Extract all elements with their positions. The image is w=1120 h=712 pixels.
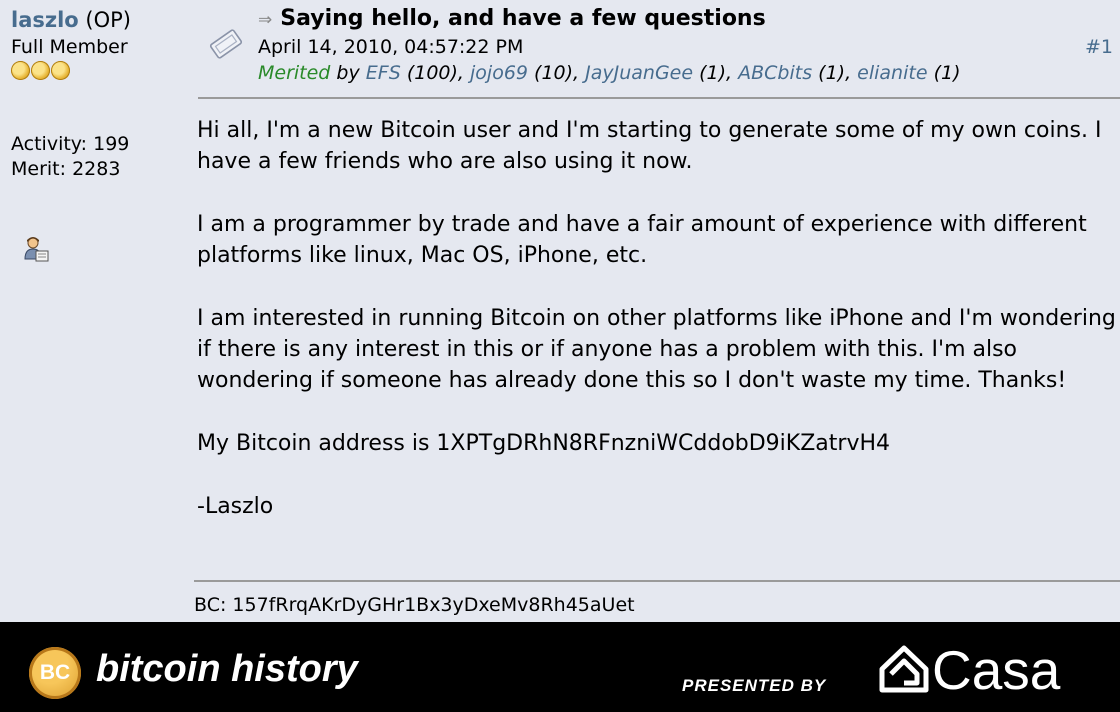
forum-post: laszlo (OP) Full Member Activity: 199 Me… — [0, 0, 1120, 622]
post-subject: ⇒ Saying hello, and have a few questions — [258, 4, 1113, 35]
rank-coins — [11, 61, 191, 80]
poster-info: laszlo (OP) Full Member — [11, 6, 191, 80]
bitcoin-history-brand: bitcoin history — [96, 648, 358, 690]
op-tag: (OP) — [85, 8, 131, 32]
body-paragraph: My Bitcoin address is 1XPTgDRhN8RFnzniWC… — [197, 431, 890, 456]
merit-count: (1) — [933, 62, 961, 84]
post-xx-icon — [209, 29, 243, 59]
presented-by-label: PRESENTED BY — [682, 676, 827, 695]
casa-brand: Casa — [932, 639, 1061, 701]
header-divider — [198, 97, 1120, 99]
rank-coin-icon — [11, 61, 30, 80]
merit-count: (100), — [406, 62, 464, 84]
post-date: April 14, 2010, 04:57:22 PM — [258, 36, 524, 58]
merit-user-link[interactable]: elianite — [857, 62, 927, 84]
post-subject-text[interactable]: Saying hello, and have a few questions — [280, 6, 765, 31]
merit-by-label: by — [336, 62, 360, 84]
poster-name-link[interactable]: laszlo — [11, 8, 79, 32]
merited-label: Merited — [258, 62, 331, 84]
poster-activity: Activity: 199 — [11, 133, 130, 155]
signature-divider — [194, 580, 1120, 582]
post-number-link[interactable]: #1 — [1085, 36, 1113, 58]
body-paragraph: -Laszlo — [197, 494, 274, 519]
merit-count: (1), — [699, 62, 733, 84]
post-body: Hi all, I'm a new Bitcoin user and I'm s… — [197, 115, 1117, 554]
poster-stats: Activity: 199 Merit: 2283 — [11, 132, 129, 182]
merit-line: Merited by EFS (100), jojo69 (10), JayJu… — [258, 60, 1113, 86]
poster-rank: Full Member — [11, 36, 128, 58]
body-paragraph: Hi all, I'm a new Bitcoin user and I'm s… — [197, 118, 1102, 174]
post-header: ⇒ Saying hello, and have a few questions … — [258, 4, 1113, 86]
rank-coin-icon — [31, 61, 50, 80]
bitcoin-history-logo-icon: BC — [29, 647, 81, 699]
merit-user-link[interactable]: JayJuanGee — [585, 62, 693, 84]
body-paragraph: I am a programmer by trade and have a fa… — [197, 212, 1087, 268]
view-profile-icon[interactable] — [22, 235, 50, 263]
merit-user-link[interactable]: ABCbits — [738, 62, 812, 84]
body-paragraph: I am interested in running Bitcoin on ot… — [197, 306, 1116, 393]
rank-coin-icon — [51, 61, 70, 80]
merit-count: (1), — [818, 62, 852, 84]
merit-user-link[interactable]: EFS — [366, 62, 401, 84]
casa-logo-icon — [879, 645, 929, 693]
signature: BC: 157fRrqAKrDyGHr1Bx3yDxeMv8Rh45aUet — [194, 594, 635, 616]
subject-arrow-icon: ⇒ — [258, 10, 273, 30]
poster-name-line: laszlo (OP) — [11, 6, 191, 34]
merit-user-link[interactable]: jojo69 — [470, 62, 528, 84]
poster-merit: Merit: 2283 — [11, 158, 121, 180]
merit-count: (10), — [534, 62, 580, 84]
